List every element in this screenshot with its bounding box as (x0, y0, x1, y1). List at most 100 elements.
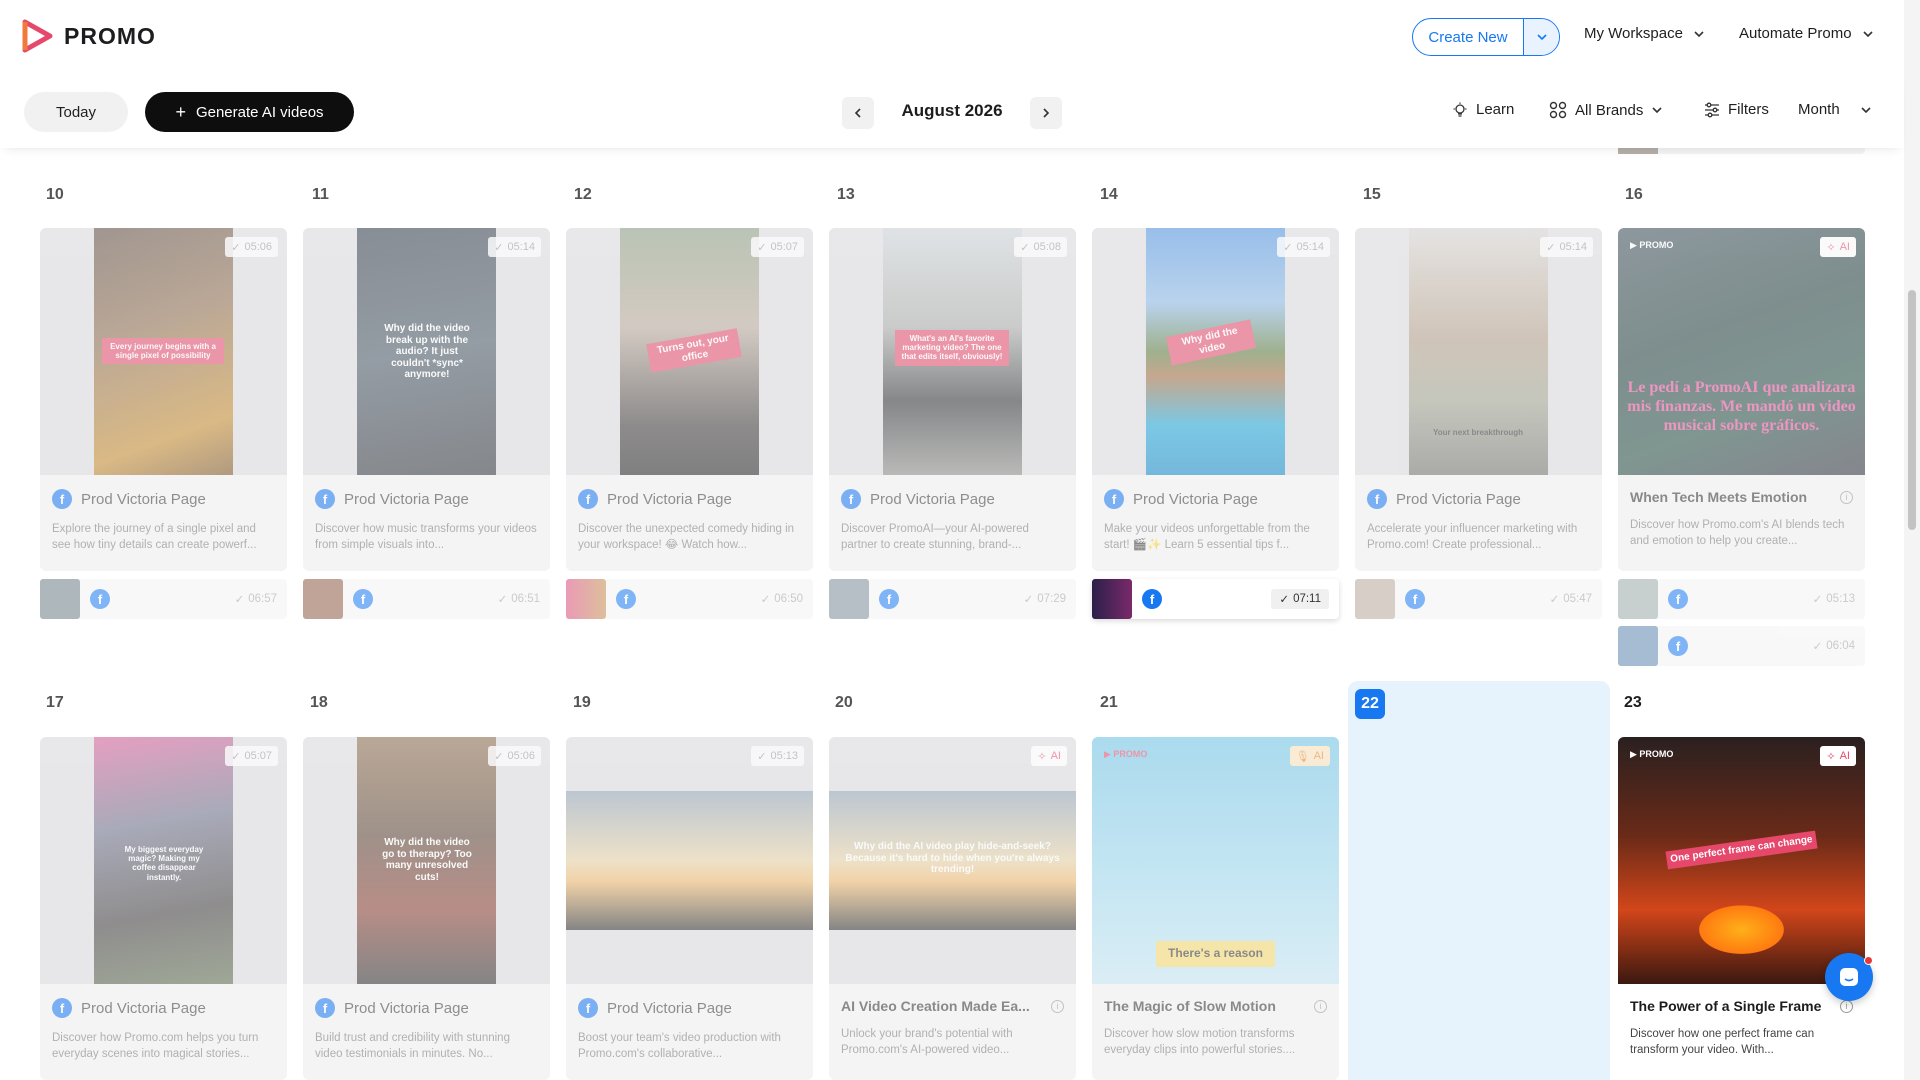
post-description: Build trust and credibility with stunnin… (315, 1032, 510, 1060)
page-name: Prod Victoria Page (1133, 490, 1258, 508)
page-name: Prod Victoria Page (81, 999, 206, 1017)
post-meta: f Prod Victoria Page Discover PromoAI—you… (829, 475, 1076, 571)
workspace-dropdown[interactable]: My Workspace (1584, 25, 1705, 42)
video-thumbnail[interactable]: ✓ 05:13 (566, 737, 813, 984)
top-bar: PROMO Create New My Workspace Automate P… (0, 0, 1904, 74)
scheduled-post-mini[interactable]: f ✓ 06:51 (303, 579, 550, 619)
automate-promo-dropdown[interactable]: Automate Promo (1739, 25, 1874, 42)
info-icon[interactable]: i (1840, 999, 1853, 1013)
video-thumbnail[interactable]: What's an AI's favorite marketing video?… (829, 228, 1076, 475)
check-icon: ✓ (231, 241, 241, 254)
post-meta: When Tech Meets Emotion i Discover how Pr… (1618, 475, 1865, 571)
video-thumbnail[interactable]: ▶ PROMO One perfect frame can change ✧ AI (1618, 737, 1865, 984)
create-new-dropdown-button[interactable] (1523, 19, 1559, 55)
video-title: The Magic of Slow Motion (1104, 998, 1276, 1014)
view-mode-label: Month (1798, 101, 1840, 118)
chevron-right-icon (1043, 108, 1050, 118)
video-title: The Power of a Single Frame (1630, 998, 1822, 1014)
ai-video-card[interactable]: ▶ PROMO There's a reason 🎙 AI The Magic o… (1092, 737, 1339, 1080)
video-thumbnail[interactable]: Turns out, your office ✓ 05:07 (566, 228, 813, 475)
promo-logo[interactable]: PROMO (22, 19, 156, 53)
check-icon: ✓ (1546, 241, 1556, 254)
video-thumbnail[interactable]: ▶ PROMO Le pedí a PromoAI que analizara … (1618, 228, 1865, 475)
scheduled-post-card[interactable]: Why did the video go to therapy? Too man… (303, 737, 550, 1080)
facebook-icon: f (52, 489, 72, 509)
scheduled-post-card[interactable]: Why did the video break up with the audi… (303, 228, 550, 571)
learn-button[interactable]: Learn (1452, 101, 1514, 118)
post-description: Discover how slow motion transforms ever… (1104, 1028, 1296, 1056)
create-new-label[interactable]: Create New (1413, 19, 1523, 55)
scheduled-post-mini[interactable]: f ✓ 07:11 (1092, 579, 1339, 619)
all-brands-dropdown[interactable]: All Brands (1549, 101, 1663, 119)
video-thumbnail[interactable]: Every journey begins with a single pixel… (40, 228, 287, 475)
ai-video-card[interactable]: ▶ PROMO Le pedí a PromoAI que analizara … (1618, 228, 1865, 571)
video-preview (1409, 228, 1548, 475)
learn-label: Learn (1476, 101, 1515, 118)
today-button[interactable]: Today (24, 92, 128, 132)
ai-video-card[interactable]: Why did the AI video play hide-and-seek?… (829, 737, 1076, 1080)
check-icon: ✓ (494, 241, 504, 254)
scheduled-post-card[interactable]: Every journey begins with a single pixel… (40, 228, 287, 571)
post-meta: AI Video Creation Made Ea... i Unlock you… (829, 984, 1076, 1080)
facebook-icon: f (1405, 589, 1425, 609)
day-number: 17 (46, 694, 64, 711)
page-name: Prod Victoria Page (344, 490, 469, 508)
view-mode-dropdown[interactable]: Month (1798, 101, 1872, 118)
filters-button[interactable]: Filters (1704, 101, 1769, 118)
facebook-icon: f (52, 998, 72, 1018)
scheduled-post-mini[interactable]: f ✓ 05:13 (1618, 579, 1865, 619)
create-new-button[interactable]: Create New (1412, 18, 1560, 56)
scrollbar-thumb[interactable] (1908, 290, 1916, 530)
ai-video-card[interactable]: ▶ PROMO One perfect frame can change ✧ AI… (1618, 737, 1865, 1080)
mini-duration: ✓ 05:13 (1812, 593, 1855, 606)
info-icon[interactable]: i (1840, 490, 1853, 504)
sparkle-icon: ✧ (1826, 750, 1836, 763)
video-thumbnail[interactable]: Why did the video ✓ 05:14 (1092, 228, 1339, 475)
scheduled-post-mini[interactable]: f ✓ 07:29 (829, 579, 1076, 619)
mini-duration: ✓ 06:50 (760, 593, 803, 606)
video-thumbnail[interactable]: Why did the video go to therapy? Too man… (303, 737, 550, 984)
ai-badge: ✧ AI (1820, 746, 1856, 766)
info-icon[interactable]: i (1314, 999, 1327, 1013)
check-icon: ✓ (760, 594, 771, 606)
previous-month-button[interactable] (842, 97, 874, 129)
scheduled-post-card[interactable]: My biggest everyday magic? Making my cof… (40, 737, 287, 1080)
check-icon: ✓ (1283, 241, 1293, 254)
mini-thumbnail (1092, 579, 1132, 619)
check-icon: ✓ (494, 750, 504, 763)
video-thumbnail[interactable]: ▶ PROMO There's a reason 🎙 AI (1092, 737, 1339, 984)
mini-duration: ✓ 07:11 (1271, 589, 1329, 609)
check-icon: ✓ (1812, 594, 1823, 606)
filters-label: Filters (1728, 101, 1769, 118)
scheduled-post-mini[interactable]: f ✓ 06:04 (1618, 626, 1865, 666)
scheduled-post-mini[interactable]: f ✓ 05:47 (1355, 579, 1602, 619)
mini-thumbnail (829, 579, 869, 619)
video-overlay-text: Every journey begins with a single pixel… (102, 338, 224, 365)
video-preview (566, 791, 813, 930)
vertical-scrollbar[interactable] (1904, 0, 1920, 1080)
post-description: Accelerate your influencer marketing wit… (1367, 523, 1578, 551)
facebook-icon: f (578, 489, 598, 509)
mini-duration: ✓ 07:29 (1023, 593, 1066, 606)
post-meta: f Prod Victoria Page Accelerate your infl… (1355, 475, 1602, 571)
chevron-down-icon (1861, 106, 1871, 113)
scheduled-post-card[interactable]: What's an AI's favorite marketing video?… (829, 228, 1076, 571)
video-thumbnail[interactable]: Why did the video break up with the audi… (303, 228, 550, 475)
video-thumbnail[interactable]: Your next breakthrough ✓ 05:14 (1355, 228, 1602, 475)
info-icon[interactable]: i (1051, 999, 1064, 1013)
video-thumbnail[interactable]: Why did the AI video play hide-and-seek?… (829, 737, 1076, 984)
generate-ai-videos-button[interactable]: + Generate AI videos (145, 92, 354, 132)
scheduled-post-card[interactable]: Why did the video ✓ 05:14 f Prod Victoria … (1092, 228, 1339, 571)
scheduled-post-card[interactable]: Turns out, your office ✓ 05:07 f Prod Vict… (566, 228, 813, 571)
mini-thumbnail (40, 579, 80, 619)
scheduled-post-mini[interactable]: f ✓ 06:57 (40, 579, 287, 619)
post-description: Make your videos unforgettable from the … (1104, 523, 1310, 551)
video-thumbnail[interactable]: My biggest everyday magic? Making my cof… (40, 737, 287, 984)
next-month-button[interactable] (1030, 97, 1062, 129)
scheduled-post-mini[interactable]: f ✓ 06:50 (566, 579, 813, 619)
scheduled-post-card[interactable]: Your next breakthrough ✓ 05:14 f Prod Vict… (1355, 228, 1602, 571)
page-name: Prod Victoria Page (1396, 490, 1521, 508)
facebook-icon: f (1668, 636, 1688, 656)
post-description: Discover how Promo.com helps you turn ev… (52, 1032, 259, 1060)
scheduled-post-card[interactable]: ✓ 05:13 f Prod Victoria Page Boost your te… (566, 737, 813, 1080)
